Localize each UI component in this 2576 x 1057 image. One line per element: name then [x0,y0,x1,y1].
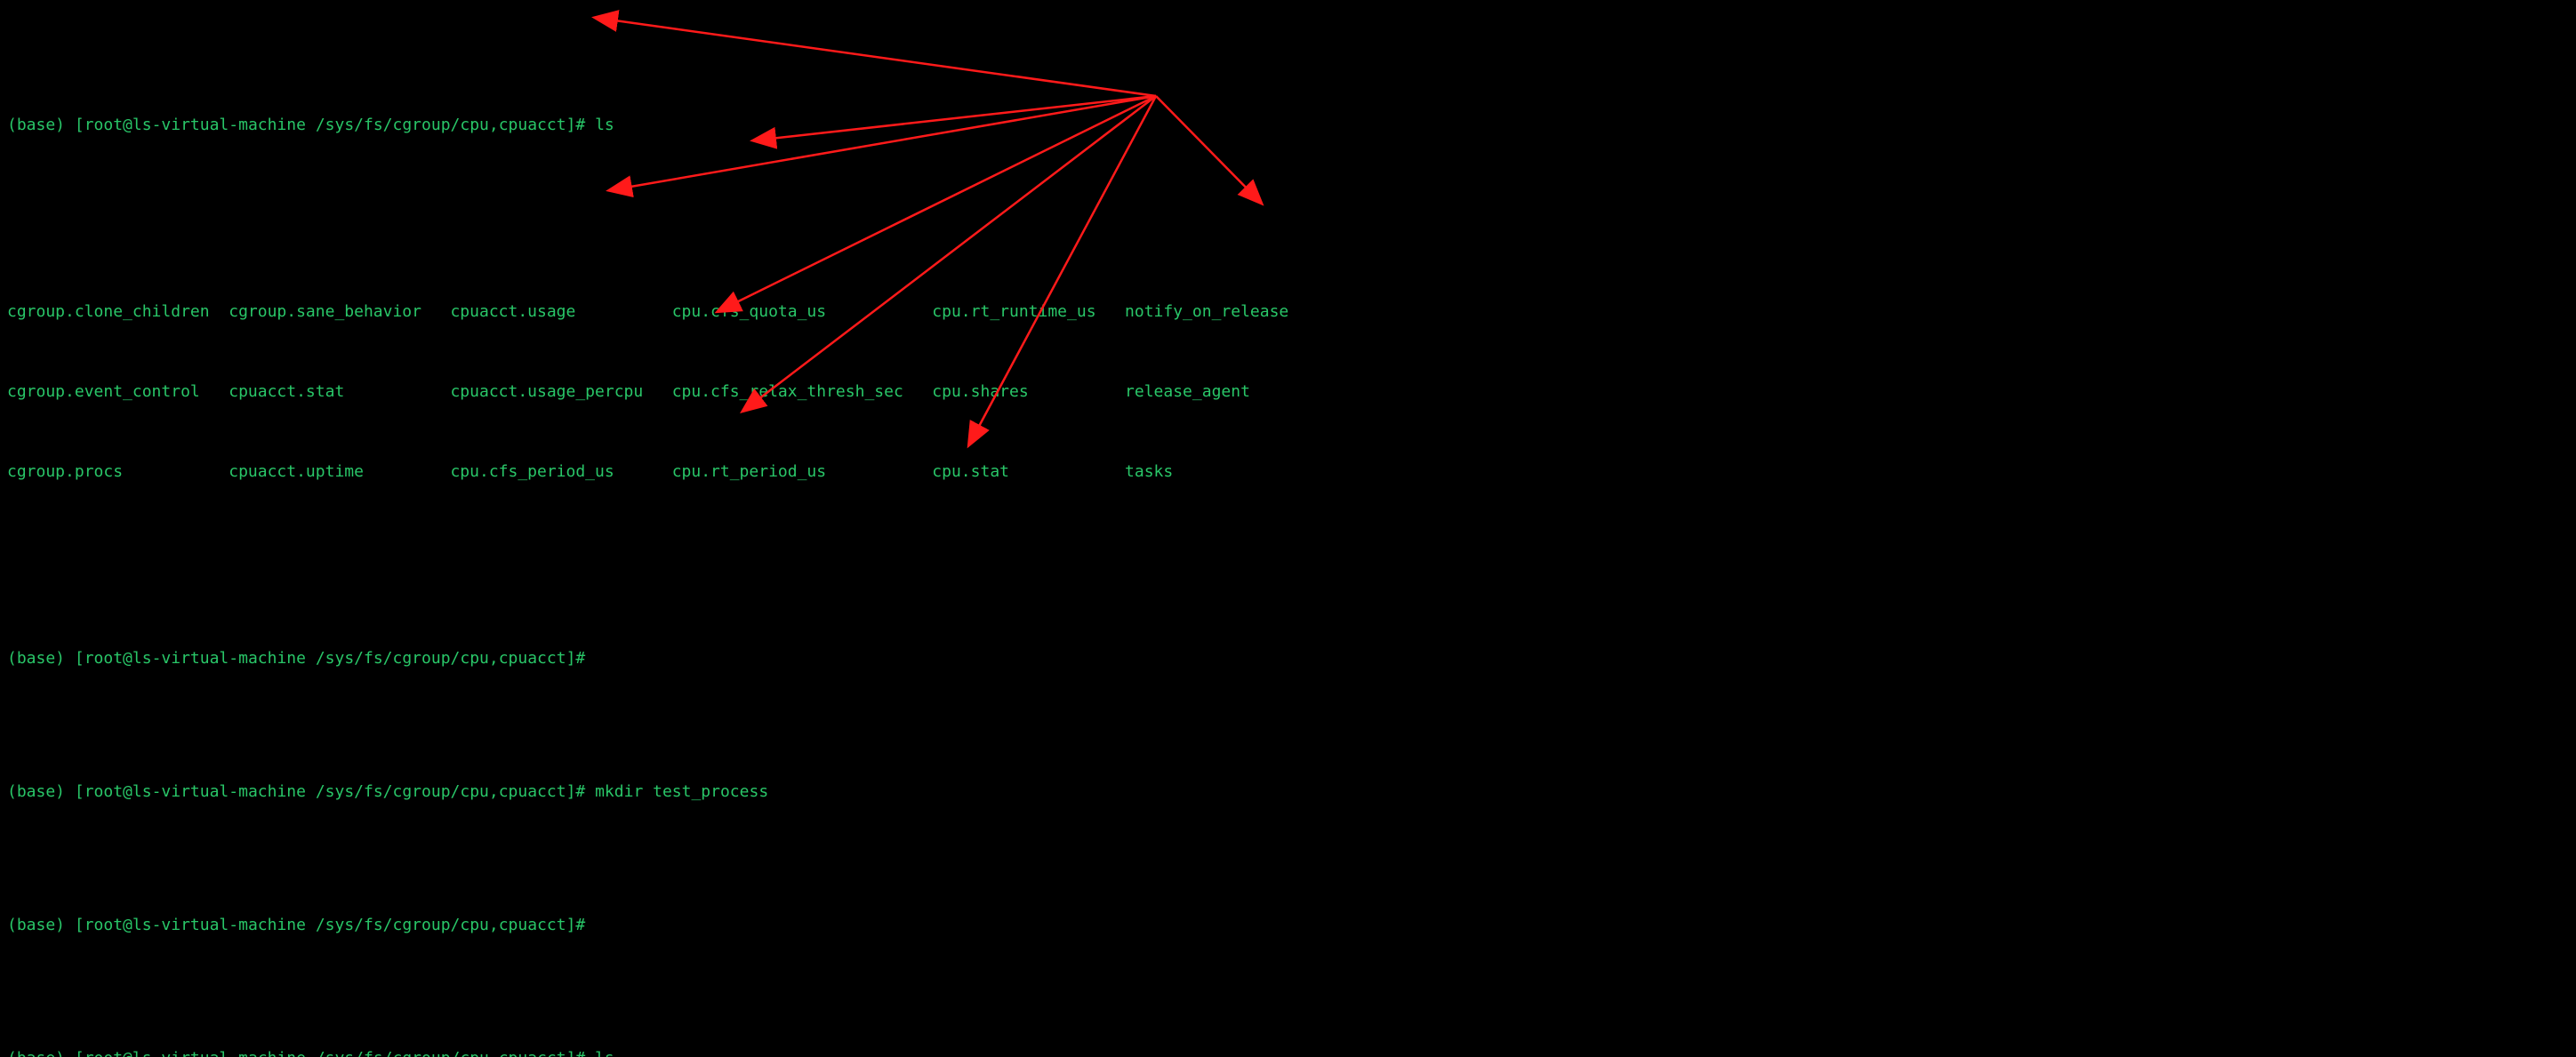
file: cpu.shares [932,379,1125,405]
file: cpu.rt_runtime_us [932,299,1125,325]
listing-1: cgroup.clone_childrencgroup.sane_behavio… [7,245,2569,539]
prompt-line: (base) [root@ls-virtual-machine /sys/fs/… [7,112,2569,139]
file: cpu.cfs_relax_thresh_sec [672,379,933,405]
file: cpuacct.usage_percpu [450,379,671,405]
file: cpuacct.usage [450,299,671,325]
file: cpu.stat [932,459,1125,485]
prompt-userhost: [root@ls-virtual-machine [75,116,306,134]
file: cgroup.clone_children [7,299,229,325]
prompt-env: (base) [7,116,65,134]
cmd-mkdir: mkdir test_process [595,782,768,801]
prompt-line: (base) [root@ls-virtual-machine /sys/fs/… [7,645,2569,672]
file: cgroup.procs [7,459,229,485]
file: cpuacct.stat [229,379,450,405]
file: cgroup.event_control [7,379,229,405]
file: cgroup.sane_behavior [229,299,450,325]
terminal[interactable]: (base) [root@ls-virtual-machine /sys/fs/… [0,0,2576,1057]
prompt-cwd: /sys/fs/cgroup/cpu,cpuacct]# [316,116,585,134]
file: cpu.cfs_period_us [450,459,671,485]
prompt-line: (base) [root@ls-virtual-machine /sys/fs/… [7,779,2569,805]
file: cpuacct.uptime [229,459,450,485]
file: tasks [1125,459,1318,485]
prompt-line: (base) [root@ls-virtual-machine /sys/fs/… [7,1045,2569,1057]
file: notify_on_release [1125,299,1318,325]
cmd-ls-1: ls [595,116,614,134]
prompt-line: (base) [root@ls-virtual-machine /sys/fs/… [7,912,2569,939]
file: cpu.rt_period_us [672,459,933,485]
file: release_agent [1125,379,1318,405]
file: cpu.cfs_quota_us [672,299,933,325]
cmd-ls-2: ls [595,1049,614,1057]
